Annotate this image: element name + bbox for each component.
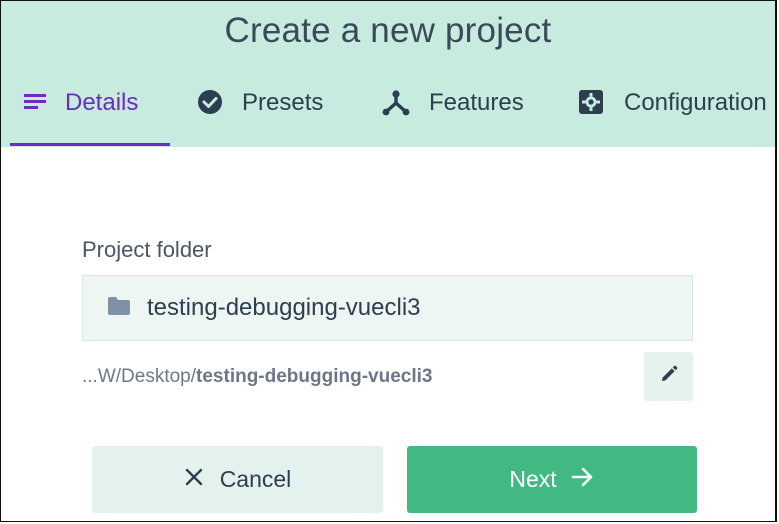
tab-label: Presets [242, 89, 324, 116]
tab-details[interactable]: Details [23, 89, 138, 147]
arrow-right-icon [571, 466, 595, 494]
check-circle-icon [196, 89, 224, 124]
page-title: Create a new project [224, 11, 552, 50]
wizard-window: Create a new project Details Presets Fea… [0, 0, 777, 522]
cancel-label: Cancel [219, 466, 292, 492]
tab-label: Configuration [624, 89, 767, 116]
project-folder-label: Project folder [82, 237, 212, 262]
cancel-button[interactable]: Cancel [92, 446, 383, 513]
folder-icon [107, 296, 131, 321]
tab-label: Details [65, 89, 139, 116]
list-icon [23, 89, 47, 122]
next-button[interactable]: Next [407, 446, 697, 513]
tab-label: Features [429, 89, 524, 116]
close-icon [184, 466, 204, 493]
project-folder-value: testing-debugging-vuecli3 [147, 294, 421, 321]
tab-configuration[interactable]: Configuration [578, 89, 767, 147]
path-prefix: ...W/Desktop/ [82, 366, 197, 387]
active-tab-indicator [10, 143, 170, 146]
gear-icon [578, 89, 604, 122]
project-path: ...W/Desktop/testing-debugging-vuecli3 [82, 366, 432, 388]
project-folder-field[interactable]: testing-debugging-vuecli3 [82, 275, 693, 341]
path-folder-name: testing-debugging-vuecli3 [196, 366, 433, 387]
tab-features[interactable]: Features [381, 89, 524, 147]
fork-icon [381, 89, 411, 124]
next-label: Next [509, 466, 557, 492]
edit-path-button[interactable] [644, 352, 693, 401]
pencil-icon [660, 365, 678, 388]
tab-bar: Details Presets Features Configuration [1, 89, 775, 147]
tab-presets[interactable]: Presets [196, 89, 323, 147]
header: Create a new project Details Presets Fea… [1, 1, 775, 147]
